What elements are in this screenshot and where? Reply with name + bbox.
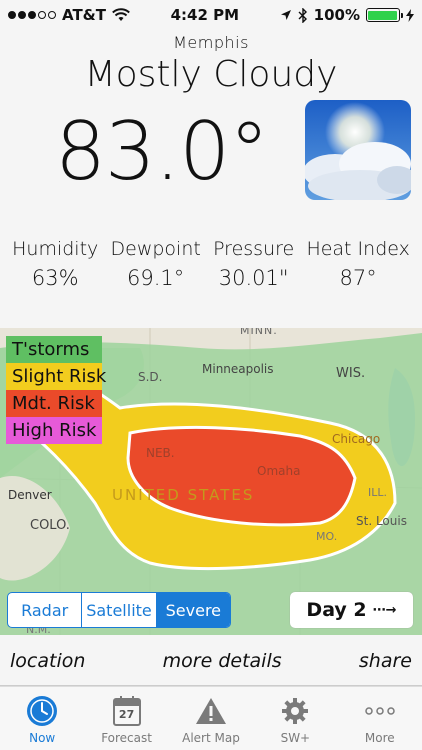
calendar-icon: 27 (111, 695, 143, 727)
stat-label: Heat Index (306, 238, 410, 260)
arrow-right-icon: ⋯→ (372, 602, 397, 618)
map-label: MINN. (240, 328, 278, 337)
stat-humidity: Humidity 63% (12, 238, 98, 290)
more-icon (364, 695, 396, 727)
map-label: COLO. (30, 518, 70, 533)
status-time: 4:42 PM (170, 6, 240, 24)
tab-more[interactable]: More (338, 695, 422, 745)
legend-tstorms: T'storms (6, 336, 102, 363)
action-row: location more details share (0, 636, 422, 686)
map-label: WIS. (336, 366, 366, 381)
stat-dewpoint: Dewpoint 69.1° (111, 238, 201, 290)
calendar-day: 27 (118, 708, 135, 721)
tab-forecast[interactable]: 27 Forecast (85, 695, 169, 745)
stat-value: 87° (339, 266, 377, 290)
status-left: AT&T (8, 6, 130, 24)
stat-heat-index: Heat Index 87° (306, 238, 409, 290)
day-label: Day 2 (306, 599, 367, 621)
map-label: Chicago (332, 432, 381, 446)
day-selector-button[interactable]: Day 2 ⋯→ (290, 592, 413, 628)
city-name: Memphis (173, 33, 249, 52)
map-label: Denver (8, 488, 52, 502)
battery-icon (365, 8, 403, 22)
stat-label: Humidity (12, 238, 99, 260)
risk-legend: T'storms Slight Risk Mdt. Risk High Risk (6, 336, 106, 444)
warning-icon (195, 695, 227, 727)
severe-weather-map[interactable]: MINN. S.D. Minneapolis WIS. NEB. Omaha C… (0, 328, 422, 635)
location-arrow-icon (280, 10, 291, 20)
map-label: Omaha (257, 464, 301, 478)
stat-value: 63% (31, 266, 79, 290)
map-label: S.D. (138, 370, 163, 384)
mostly-cloudy-icon (305, 100, 411, 200)
clock-icon (26, 695, 58, 727)
signal-icon (8, 11, 56, 19)
legend-slight-risk: Slight Risk (6, 363, 106, 390)
location-link[interactable]: location (10, 650, 85, 672)
tab-sw-plus[interactable]: SW+ (253, 695, 337, 745)
map-label: St. Louis (356, 514, 407, 528)
status-bar: AT&T 4:42 PM 100% (0, 0, 422, 30)
stats-row: Humidity 63% Dewpoint 69.1° Pressure 30.… (0, 238, 422, 290)
tab-label: Forecast (101, 731, 152, 745)
map-label: MO. (316, 530, 338, 543)
more-details-link[interactable]: more details (163, 650, 282, 672)
map-label: ILL. (368, 486, 387, 499)
satellite-tab[interactable]: Satellite (82, 593, 157, 627)
radar-tab[interactable]: Radar (8, 593, 83, 627)
severe-tab[interactable]: Severe (156, 593, 230, 627)
legend-moderate-risk: Mdt. Risk (6, 390, 102, 417)
status-right: 100% (280, 6, 414, 24)
map-label: Minneapolis (202, 362, 274, 376)
bluetooth-icon (298, 7, 307, 23)
tab-label: More (364, 731, 395, 745)
stat-label: Pressure (213, 238, 295, 260)
stat-value: 69.1° (127, 266, 185, 290)
tab-label: Alert Map (182, 731, 240, 745)
stat-pressure: Pressure 30.01" (213, 238, 294, 290)
tab-bar: Now 27 Forecast Alert Map SW+ More (0, 686, 422, 750)
tab-label: Now (29, 731, 56, 745)
stat-value: 30.01" (218, 266, 289, 290)
tab-now[interactable]: Now (0, 695, 84, 745)
legend-high-risk: High Risk (6, 417, 102, 444)
temperature-value: 83.0° (55, 105, 269, 198)
gear-icon (279, 695, 311, 727)
tab-label: SW+ (280, 731, 311, 745)
condition-text: Mostly Cloudy (84, 54, 338, 95)
map-label: UNITED STATES (112, 486, 255, 504)
tab-alert-map[interactable]: Alert Map (169, 695, 253, 745)
map-type-segmented-control: Radar Satellite Severe (7, 592, 231, 628)
wifi-icon (112, 8, 130, 21)
map-label: NEB. (146, 446, 175, 460)
battery-percent: 100% (313, 6, 360, 24)
stat-label: Dewpoint (110, 238, 201, 260)
charging-icon (405, 8, 414, 22)
share-link[interactable]: share (359, 650, 412, 672)
carrier-name: AT&T (62, 6, 106, 24)
